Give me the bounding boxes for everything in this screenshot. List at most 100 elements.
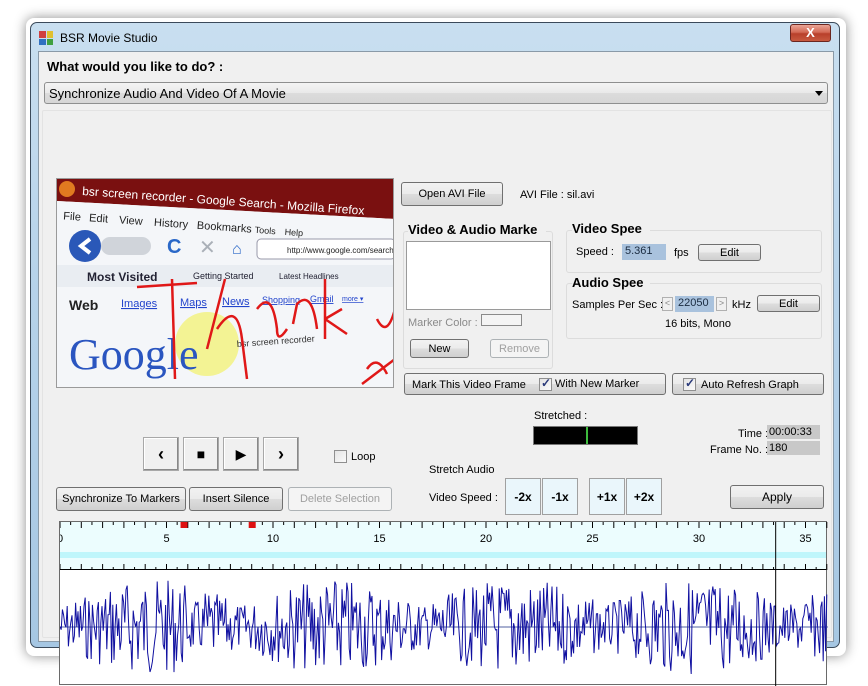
svg-text:⌂: ⌂ [232,241,242,258]
audio-timeline[interactable]: 0 5 10 15 20 25 30 35 [59,521,828,686]
video-speed-edit-button[interactable]: Edit [698,244,761,261]
apply-button[interactable]: Apply [730,485,824,509]
menu-tools: Tools [254,225,276,236]
loop-checkbox[interactable] [334,450,347,463]
back-icon [69,230,101,262]
window-title: BSR Movie Studio [60,31,158,45]
bookmark-most-visited: Most Visited [87,270,157,284]
client-area: What would you like to do? : Synchronize… [38,51,834,686]
close-icon: X [806,25,815,40]
auto-refresh-graph-toggle[interactable]: ✓ Auto Refresh Graph [672,373,824,395]
svg-text:C: C [167,236,181,258]
auto-refresh-checkbox[interactable]: ✓ [683,376,696,391]
menu-file: File [63,210,82,223]
video-speed-stretch-label: Video Speed : [429,492,498,504]
marker-color-label: Marker Color : [408,317,478,329]
frame-number-label: Frame No. : [710,444,769,456]
samples-increment-button[interactable]: > [716,297,727,311]
search-tab-images: Images [121,298,158,310]
play-icon: ▶ [235,445,247,462]
stop-icon: ■ [196,446,206,462]
task-select[interactable]: Synchronize Audio And Video Of A Movie [44,82,828,104]
checkmark-icon: ✓ [541,376,552,390]
ruler-tick-label: 0 [60,533,63,545]
synchronize-to-markers-button[interactable]: Synchronize To Markers [56,487,186,511]
samples-per-sec-input[interactable]: 22050 [675,296,714,312]
video-frame-image: bsr screen recorder - Google Search - Mo… [57,179,394,387]
title-bar[interactable]: BSR Movie Studio X [31,23,839,51]
close-button[interactable]: X [790,24,831,42]
search-tab-maps: Maps [180,297,207,309]
timeline-graphics: 0 5 10 15 20 25 30 35 [60,522,828,686]
video-speed-input[interactable]: 5.361 [622,244,666,260]
frame-number-value: 180 [767,441,820,455]
remove-marker-button[interactable]: Remove [490,339,549,358]
ruler-tick-label: 30 [693,533,705,545]
chevron-left-icon: < [664,298,671,308]
time-value: 00:00:33 [767,425,820,439]
markers-list[interactable] [406,241,551,310]
chevron-right-icon: > [718,298,725,308]
chevron-down-icon [815,91,823,96]
khz-unit-label: kHz [732,299,751,311]
search-tab-web: Web [69,297,98,313]
with-new-marker-checkbox[interactable]: ✓ [539,376,552,391]
fps-unit-label: fps [674,247,689,259]
markers-group-title: Video & Audio Marke [408,222,546,237]
stretched-indicator [533,426,638,445]
speed-minus-2x-button[interactable]: -2x [505,478,541,515]
video-speed-title: Video Spee [572,221,650,236]
mark-video-frame-button[interactable]: Mark This Video Frame ✓ With New Marker [404,373,666,395]
previous-frame-button[interactable]: ‹ [143,437,179,471]
ruler-tick-label: 35 [799,533,811,545]
svg-text:✕: ✕ [199,237,216,259]
timeline-marker [180,522,188,528]
delete-selection-button[interactable]: Delete Selection [288,487,392,511]
avi-file-label: AVI File : sil.avi [520,189,595,201]
ruler-tick-label: 10 [267,533,279,545]
stretched-label: Stretched : [534,410,588,422]
menu-history: History [154,217,189,231]
timeline-marker [248,522,256,528]
speed-label: Speed : [576,246,614,258]
menu-help: Help [284,227,303,238]
audio-speed-edit-button[interactable]: Edit [757,295,820,312]
time-label: Time : [738,428,769,440]
new-marker-button[interactable]: New [410,339,469,358]
with-new-marker-label: With New Marker [555,378,640,390]
bookmark-latest-headlines: Latest Headlines [279,272,339,281]
loop-label: Loop [351,451,376,463]
marker-color-swatch[interactable] [481,314,522,326]
task-select-value: Synchronize Audio And Video Of A Movie [49,86,286,101]
google-logo: Google [69,330,199,379]
chevron-left-icon: ‹ [158,443,164,464]
mark-video-frame-label: Mark This Video Frame [412,379,526,391]
open-avi-button[interactable]: Open AVI File [401,182,503,206]
speed-plus-2x-button[interactable]: +2x [626,478,662,515]
search-tab-news: News [222,296,250,308]
ruler-tick-label: 5 [163,533,169,545]
audio-speed-title: Audio Spee [572,275,650,290]
menu-edit: Edit [89,212,109,225]
url-text: http://www.google.com/search [287,246,394,255]
task-prompt: What would you like to do? : [47,59,224,74]
ruler-tick-label: 20 [480,533,492,545]
audio-format-label: 16 bits, Mono [665,318,732,330]
play-button[interactable]: ▶ [223,437,259,471]
samples-decrement-button[interactable]: < [662,297,673,311]
bookmark-getting-started: Getting Started [193,271,254,281]
stretched-position-mark [585,427,588,444]
samples-per-sec-label: Samples Per Sec : [572,299,664,311]
insert-silence-button[interactable]: Insert Silence [189,487,283,511]
sync-panel: bsr screen recorder - Google Search - Mo… [42,110,832,686]
next-frame-button[interactable]: › [263,437,299,471]
app-logo-icon [39,31,53,45]
video-preview: bsr screen recorder - Google Search - Mo… [56,178,394,388]
menu-view: View [119,214,143,228]
speed-plus-1x-button[interactable]: +1x [589,478,625,515]
ruler-tick-label: 15 [373,533,385,545]
stop-button[interactable]: ■ [183,437,219,471]
stretch-audio-title: Stretch Audio [429,464,495,476]
speed-minus-1x-button[interactable]: -1x [542,478,578,515]
ruler-tick-label: 25 [586,533,598,545]
